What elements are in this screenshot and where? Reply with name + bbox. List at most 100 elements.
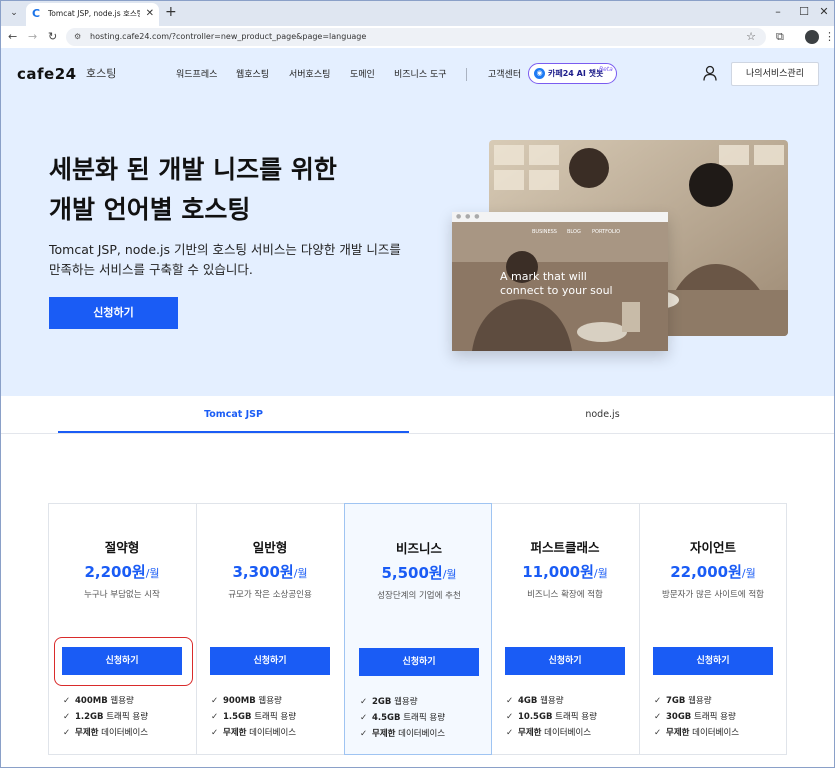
chevron-down-icon[interactable]: ⌄ [6, 5, 22, 21]
tab-tomcat-jsp[interactable]: Tomcat JSP [58, 396, 409, 434]
plan-card-first-class: 퍼스트클래스 11,000원/월 비즈니스 확장에 적합 신청하기 ✓ 4GB 웹… [491, 503, 639, 755]
plan-apply-button[interactable]: 신청하기 [505, 647, 625, 675]
plan-apply-button[interactable]: 신청하기 [359, 648, 479, 676]
check-icon: ✓ [360, 713, 368, 723]
hero-desc-line: 만족하는 서비스를 구축할 수 있습니다. [49, 262, 253, 277]
minimize-icon[interactable]: – [768, 5, 788, 19]
mockup-nav-item: BLOG [567, 229, 581, 235]
feature-item: ✓ 30GB 트래픽 용량 [654, 709, 784, 725]
mockup-nav-item: BUSINESS [532, 229, 557, 235]
url-field[interactable]: ⚙ hosting.cafe24.com/?controller=new_pro… [66, 28, 766, 46]
plan-apply-button[interactable]: 신청하기 [210, 647, 330, 675]
more-icon[interactable]: ⋮ [824, 30, 835, 44]
feature-item: ✓ 무제한 데이터베이스 [211, 725, 341, 741]
price-unit: /월 [145, 567, 160, 580]
plan-card-saver: 절약형 2,200원/월 누구나 부담없는 시작 신청하기 ✓ 400MB 웹용량… [48, 503, 196, 755]
close-icon[interactable]: ✕ [814, 5, 834, 19]
feature-item: ✓ 10.5GB 트래픽 용량 [506, 709, 636, 725]
favicon-icon: C [32, 7, 41, 20]
user-icon[interactable] [703, 65, 717, 81]
plan-description: 비즈니스 확장에 적합 [527, 590, 603, 600]
extensions-icon[interactable]: ⧉ [776, 30, 784, 44]
price-value: 22,000원 [670, 563, 742, 581]
feature-item: ✓ 1.5GB 트래픽 용량 [211, 709, 341, 725]
feature-item: ✓ 무제한 데이터베이스 [506, 725, 636, 741]
plan-features: ✓ 900MB 웹용량 ✓ 1.5GB 트래픽 용량 ✓ 무제한 데이터베이스 [211, 693, 341, 741]
plan-name: 퍼스트클래스 [530, 540, 600, 555]
check-icon: ✓ [654, 712, 662, 722]
forward-icon[interactable]: → [28, 30, 37, 44]
cafe24-logo[interactable]: cafe24 [17, 64, 77, 84]
browser-tab[interactable]: C Tomcat JSP, node.js 호스팅 | 호 ✕ [26, 3, 159, 26]
reload-icon[interactable]: ↻ [48, 30, 57, 44]
feature-item: ✓ 2GB 웹용량 [360, 694, 490, 710]
check-icon: ✓ [654, 696, 662, 706]
price-value: 3,300원 [232, 563, 294, 581]
hero-title-line: 개발 언어별 호스팅 [49, 195, 251, 224]
plan-features: ✓ 400MB 웹용량 ✓ 1.2GB 트래픽 용량 ✓ 무제한 데이터베이스 [63, 693, 193, 741]
chatbot-icon: ◉ [534, 68, 545, 79]
feature-item: ✓ 무제한 데이터베이스 [654, 725, 784, 741]
browser-tab-bar: ⌄ C Tomcat JSP, node.js 호스팅 | 호 ✕ + – ☐ … [0, 0, 835, 26]
plan-apply-button[interactable]: 신청하기 [653, 647, 773, 675]
plan-price: 11,000원/월 [491, 561, 639, 585]
nav-divider [466, 68, 467, 81]
check-icon: ✓ [506, 728, 514, 738]
price-value: 5,500원 [381, 564, 443, 582]
plan-card-business: 비즈니스 5,500원/월 성장단계의 기업에 추천 신청하기 ✓ 2GB 웹용량… [344, 503, 492, 755]
plan-card-standard: 일반형 3,300원/월 규모가 작은 소상공인용 신청하기 ✓ 900MB 웹용… [196, 503, 344, 755]
plan-description: 누구나 부담없는 시작 [84, 590, 160, 600]
check-icon: ✓ [63, 712, 71, 722]
mockup-browser-bar: ● ● ● [452, 212, 668, 222]
price-unit: /월 [293, 567, 308, 580]
feature-item: ✓ 무제한 데이터베이스 [360, 726, 490, 742]
check-icon: ✓ [211, 696, 219, 706]
site-info-icon[interactable]: ⚙ [74, 31, 81, 43]
beta-badge: Beta [599, 66, 613, 73]
check-icon: ✓ [211, 712, 219, 722]
plus-icon[interactable]: + [165, 4, 177, 20]
address-bar: ← → ↻ ⚙ hosting.cafe24.com/?controller=n… [0, 26, 835, 48]
tab-nodejs[interactable]: node.js [427, 396, 778, 434]
mockup-nav-item: PORTFOLIO [592, 229, 621, 235]
plan-description: 규모가 작은 소상공인용 [228, 590, 312, 600]
mockup-headline-line: connect to your soul [500, 284, 613, 297]
hero-apply-button[interactable]: 신청하기 [49, 297, 178, 329]
plan-price: 5,500원/월 [345, 562, 493, 586]
hero-desc-line: Tomcat JSP, node.js 기반의 호스팅 서비스는 다양한 개발 … [49, 242, 401, 257]
close-icon[interactable]: ✕ [146, 7, 154, 21]
hero-description: Tomcat JSP, node.js 기반의 호스팅 서비스는 다양한 개발 … [49, 240, 401, 280]
check-icon: ✓ [211, 728, 219, 738]
plan-features: ✓ 2GB 웹용량 ✓ 4.5GB 트래픽 용량 ✓ 무제한 데이터베이스 [360, 694, 490, 742]
url-text: hosting.cafe24.com/?controller=new_produ… [90, 32, 367, 41]
plan-price: 22,000원/월 [639, 561, 787, 585]
check-icon: ✓ [360, 697, 368, 707]
logo-subtitle[interactable]: 호스팅 [86, 66, 116, 82]
star-icon[interactable]: ☆ [746, 30, 756, 44]
language-tabs: Tomcat JSP node.js [0, 396, 835, 434]
back-icon[interactable]: ← [8, 30, 17, 44]
plan-features: ✓ 4GB 웹용량 ✓ 10.5GB 트래픽 용량 ✓ 무제한 데이터베이스 [506, 693, 636, 741]
plan-description: 성장단계의 기업에 추천 [377, 591, 461, 601]
nav-item-business-tools[interactable]: 비즈니스 도구 [394, 68, 447, 82]
hero-title: 세분화 된 개발 니즈를 위한 개발 언어별 호스팅 [49, 150, 337, 230]
ai-chatbot-button[interactable]: ◉ 카페24 AI 챗봇 Beta [528, 63, 617, 84]
ai-chatbot-label: 카페24 AI 챗봇 [548, 69, 604, 78]
nav-item-support[interactable]: 고객센터 [488, 68, 521, 82]
nav-item-domain[interactable]: 도메인 [350, 68, 375, 82]
price-unit: /월 [741, 567, 756, 580]
my-service-button[interactable]: 나의서비스관리 [731, 62, 819, 86]
nav-item-server-hosting[interactable]: 서버호스팅 [289, 68, 330, 82]
check-icon: ✓ [506, 712, 514, 722]
profile-icon[interactable] [805, 30, 819, 44]
mockup-headline: A mark that will connect to your soul [500, 270, 613, 298]
maximize-icon[interactable]: ☐ [794, 5, 814, 19]
price-value: 2,200원 [84, 563, 146, 581]
hero-title-line: 세분화 된 개발 니즈를 위한 [49, 155, 337, 184]
nav-item-web-hosting[interactable]: 웹호스팅 [236, 68, 269, 82]
price-unit: /월 [442, 568, 457, 581]
plan-features: ✓ 7GB 웹용량 ✓ 30GB 트래픽 용량 ✓ 무제한 데이터베이스 [654, 693, 784, 741]
plan-card-giant: 자이언트 22,000원/월 방문자가 많은 사이트에 적합 신청하기 ✓ 7GB… [639, 503, 787, 755]
tab-title: Tomcat JSP, node.js 호스팅 | 호 [48, 9, 140, 18]
nav-item-wordpress[interactable]: 워드프레스 [176, 68, 217, 82]
